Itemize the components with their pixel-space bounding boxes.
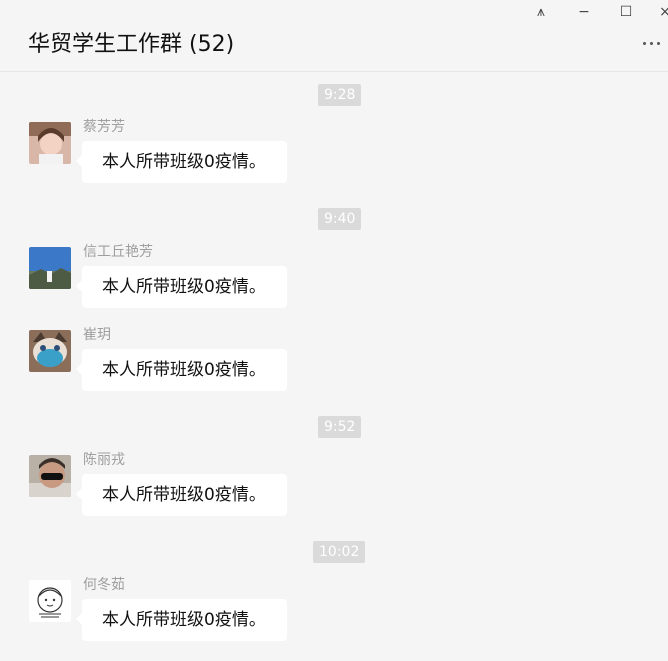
timestamp: 10:02 [313,541,366,563]
timestamp: 9:52 [318,416,362,438]
more-options-icon[interactable] [643,38,668,48]
sender-name: 信工丘艳芳 [83,244,153,260]
pin-icon[interactable]: ⩚ [528,2,554,22]
timestamp: 9:40 [318,208,362,230]
sender-name: 何冬茹 [83,577,125,593]
avatar[interactable] [29,580,71,622]
message-bubble[interactable]: 本人所带班级0疫情。 [76,266,287,308]
minimize-icon[interactable]: − [571,2,597,22]
avatar[interactable] [29,455,71,497]
avatar[interactable] [29,122,71,164]
chat-header: 华贸学生工作群 (52) ⩚ − ☐ × [0,0,668,72]
message-bubble[interactable]: 本人所带班级0疫情。 [76,599,287,641]
avatar[interactable] [29,330,71,372]
avatar[interactable] [29,247,71,289]
sender-name: 崔玥 [83,327,111,343]
chat-window: 华贸学生工作群 (52) ⩚ − ☐ × 9:28 蔡芳芳 本人所带班级0疫情。… [0,0,668,661]
sender-name: 陈丽戎 [83,452,125,468]
timestamp: 9:28 [318,84,362,106]
message-bubble[interactable]: 本人所带班级0疫情。 [76,141,287,183]
close-icon[interactable]: × [652,2,668,22]
chat-title: 华贸学生工作群 (52) [28,32,235,57]
message-bubble[interactable]: 本人所带班级0疫情。 [76,474,287,516]
message-bubble[interactable]: 本人所带班级0疫情。 [76,349,287,391]
maximize-icon[interactable]: ☐ [613,2,639,22]
sender-name: 蔡芳芳 [83,119,125,135]
